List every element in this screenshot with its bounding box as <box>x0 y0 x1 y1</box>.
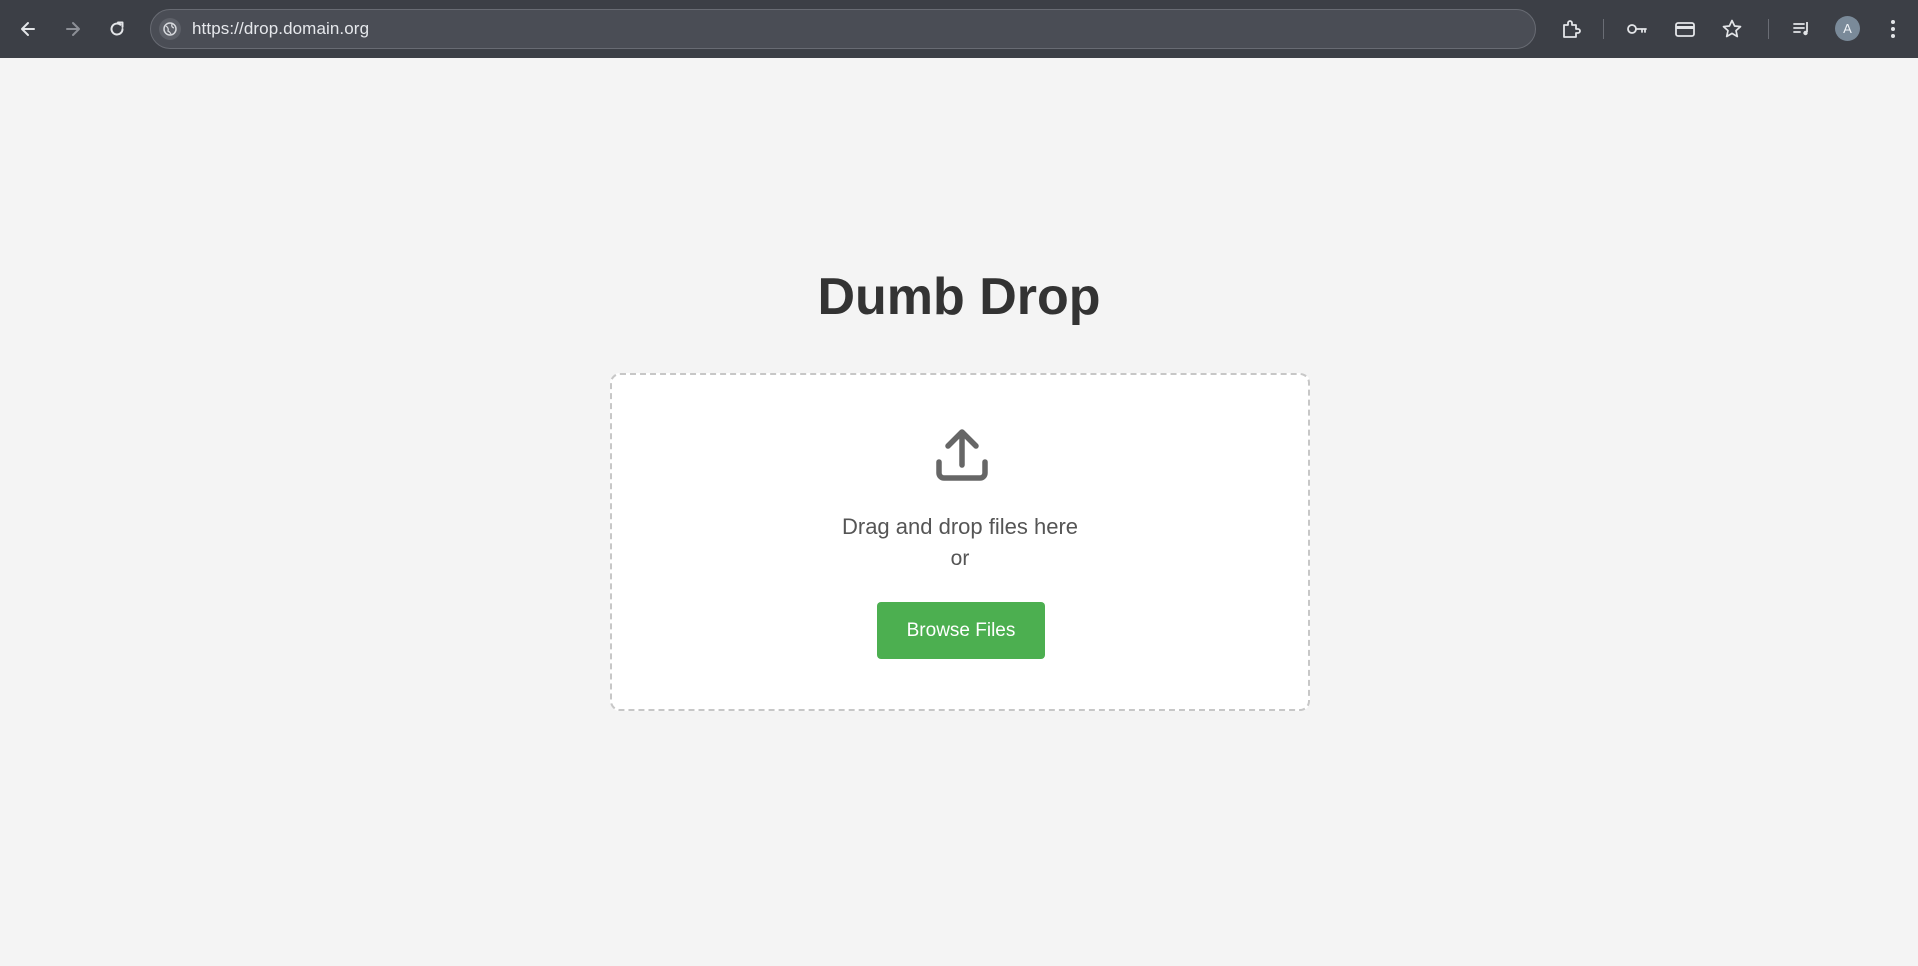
profile-avatar[interactable]: A <box>1835 16 1860 41</box>
back-arrow-icon <box>21 22 35 36</box>
reading-list-button[interactable] <box>1787 14 1817 44</box>
browse-files-button[interactable]: Browse Files <box>877 602 1045 659</box>
browser-menu-button[interactable] <box>1878 14 1908 44</box>
payments-button[interactable] <box>1670 14 1700 44</box>
site-info-button[interactable] <box>159 18 181 40</box>
page-content: Dumb Drop Drag and drop files here or Br… <box>0 58 1918 966</box>
card-icon <box>1675 22 1695 37</box>
upload-icon <box>936 429 988 481</box>
kebab-menu-icon <box>1891 20 1895 38</box>
address-bar[interactable]: https://drop.domain.org <box>150 9 1536 49</box>
reload-icon <box>110 21 124 36</box>
drop-instructions: Drag and drop files here <box>841 514 1079 539</box>
back-button[interactable] <box>10 11 46 47</box>
forward-button[interactable] <box>55 11 91 47</box>
browser-toolbar: https://drop.domain.org A <box>0 0 1918 58</box>
url-text[interactable]: https://drop.domain.org <box>192 19 369 39</box>
bookmark-button[interactable] <box>1717 14 1747 44</box>
drop-zone[interactable]: Drag and drop files here or Browse Files <box>610 373 1310 711</box>
extensions-button[interactable] <box>1556 14 1586 44</box>
key-icon <box>1627 24 1647 34</box>
forward-arrow-icon <box>66 22 80 36</box>
drop-or-text: or <box>950 547 970 570</box>
globe-icon <box>163 22 177 36</box>
reload-button[interactable] <box>99 11 135 47</box>
puzzle-icon <box>1563 20 1581 38</box>
toolbar-divider <box>1768 19 1769 39</box>
passwords-button[interactable] <box>1622 14 1652 44</box>
toolbar-divider <box>1603 19 1604 39</box>
star-icon <box>1722 19 1742 38</box>
page-title: Dumb Drop <box>817 268 1101 326</box>
playlist-icon <box>1793 22 1808 36</box>
